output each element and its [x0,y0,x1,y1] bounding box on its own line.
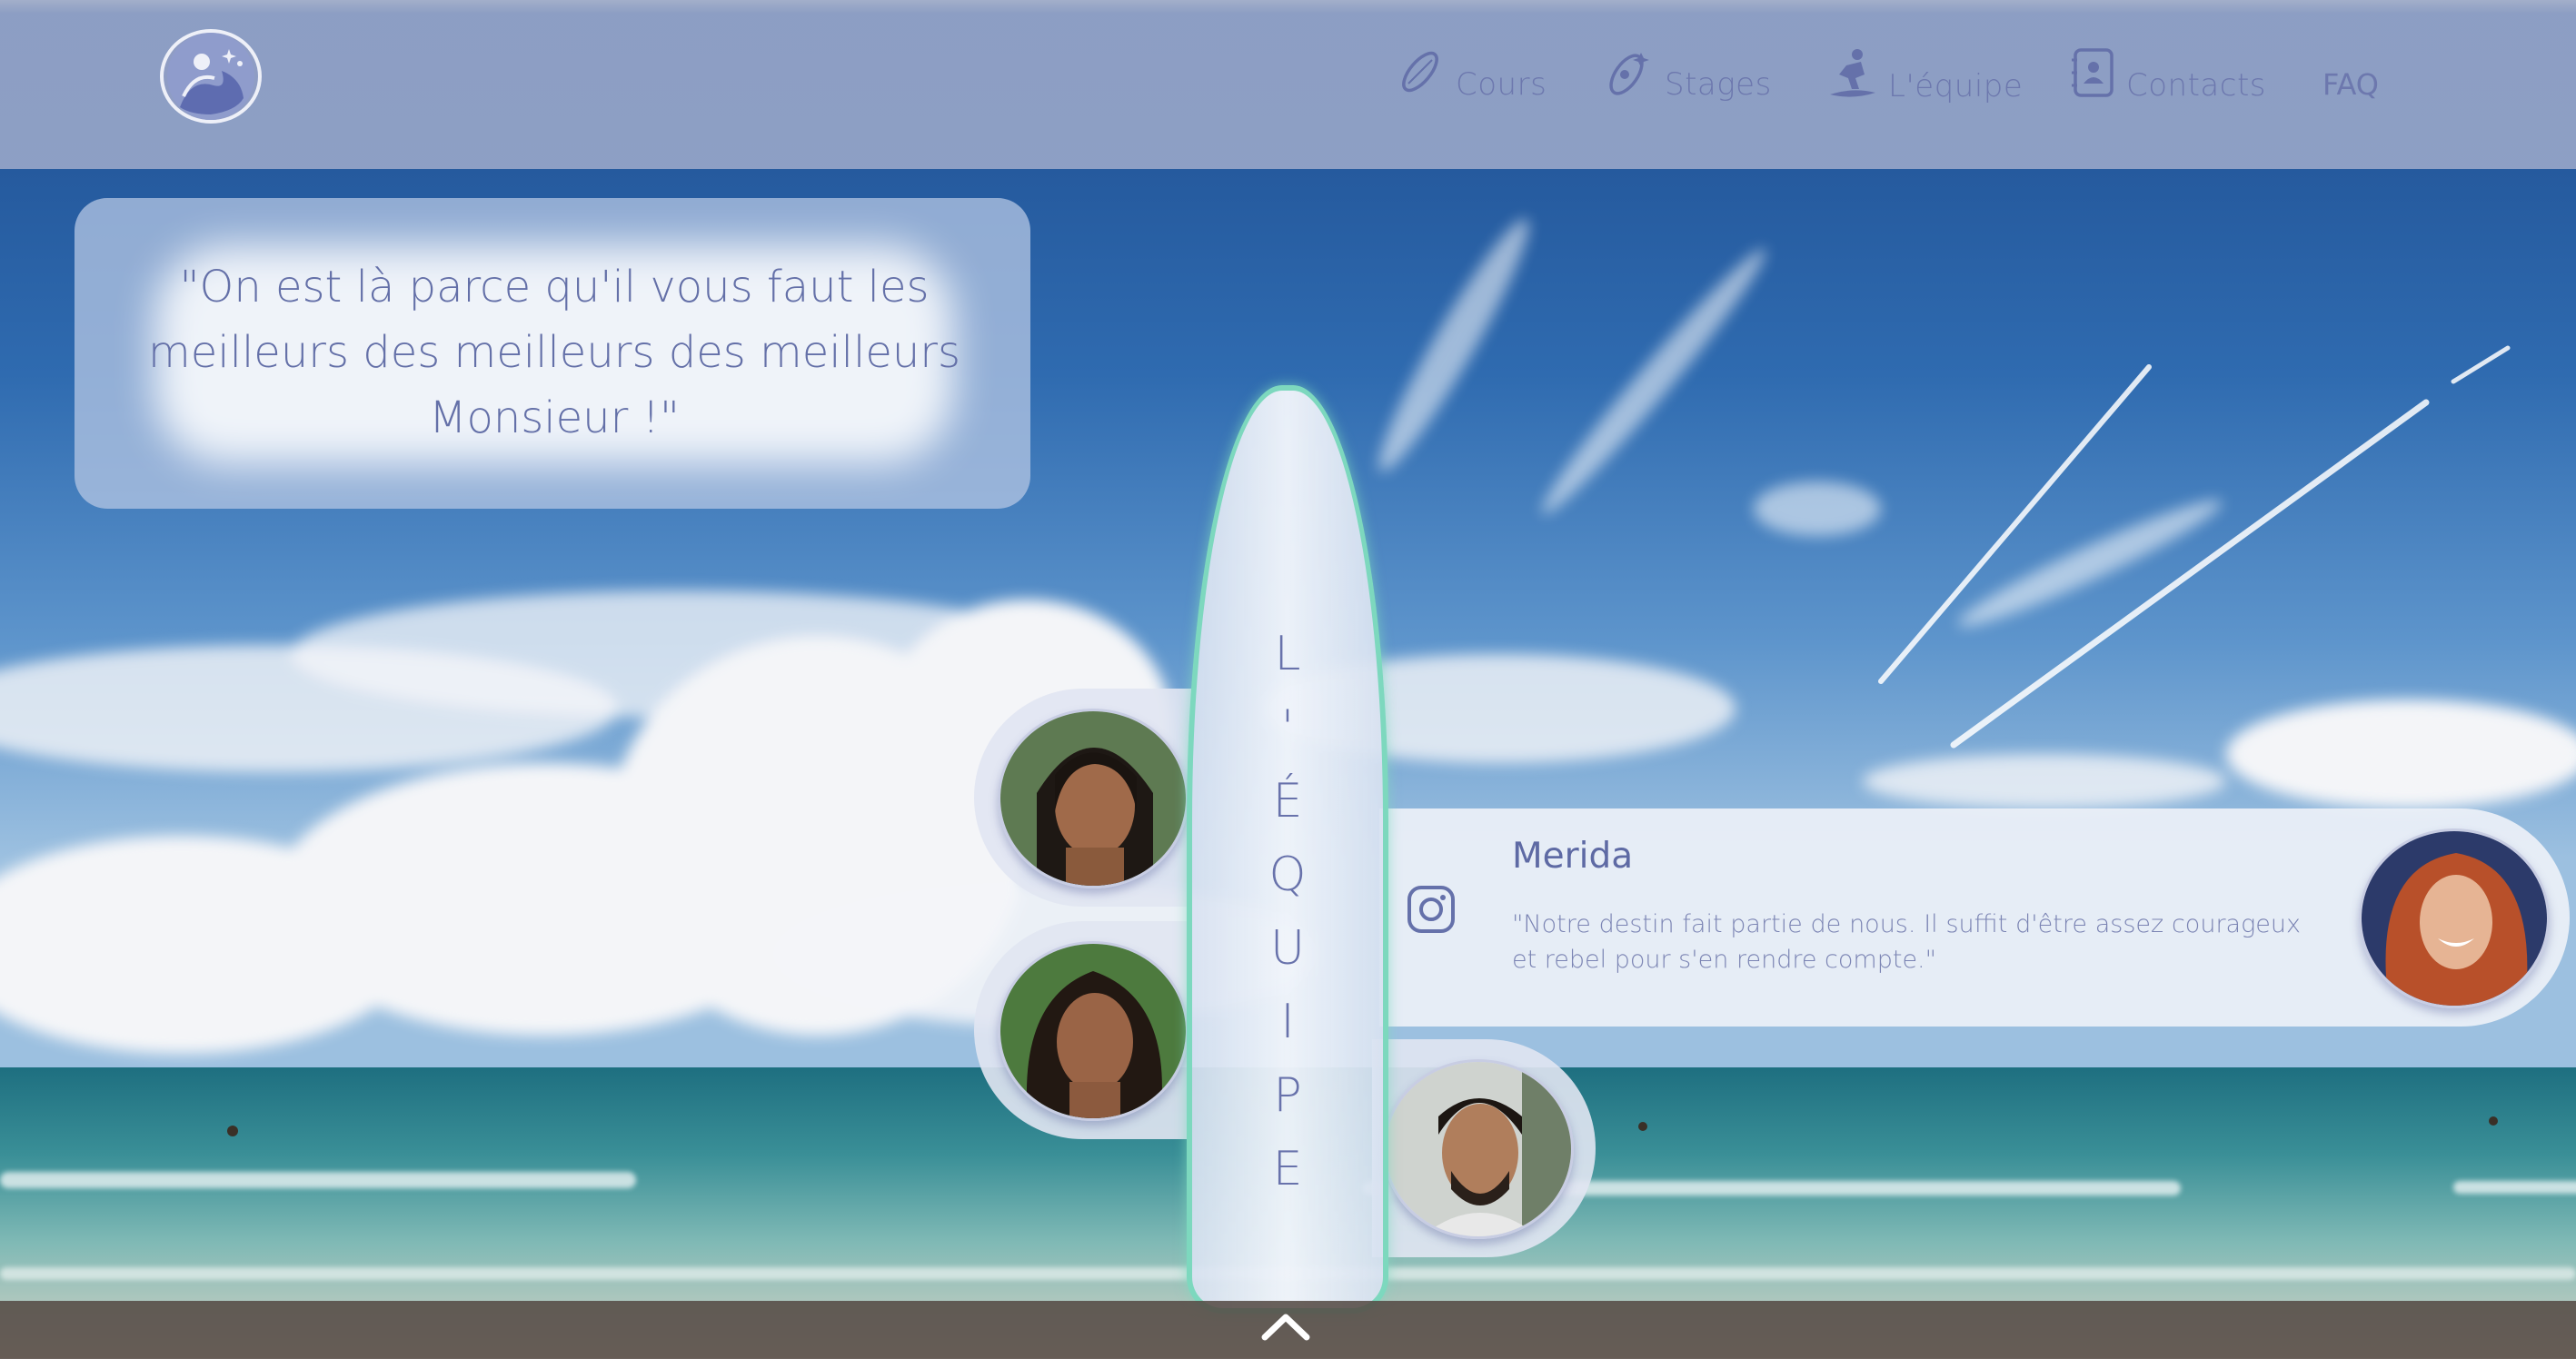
contact-book-icon [2070,47,2115,98]
team-member-2-avatar[interactable] [998,941,1189,1121]
nav-label-equipe: L'équipe [1888,68,2024,104]
nav-item-equipe[interactable]: L'équipe [1828,47,2023,104]
nav-item-faq[interactable]: FAQ [2322,67,2379,102]
team-member-1-avatar[interactable] [998,709,1189,888]
nav-label-cours: Cours [1456,66,1547,103]
surfboard-stickers-icon [1605,47,1654,96]
nav-label-stages: Stages [1665,66,1772,103]
team-member-merida-avatar[interactable] [2359,828,2550,1008]
team-member-3-avatar[interactable] [1383,1059,1574,1239]
member-name: Merida [1512,836,1634,877]
surfboard-icon [1396,47,1445,96]
nav-item-cours[interactable]: Cours [1396,47,1547,103]
nav-label-contacts: Contacts [2126,67,2266,104]
team-quote: "On est là parce qu'il vous faut les mei… [147,262,961,443]
site-logo[interactable] [160,29,262,124]
chevron-up-icon[interactable] [1259,1308,1312,1343]
instagram-icon[interactable] [1407,885,1456,934]
member-quote: "Notre destin fait partie de nous. Il su… [1512,910,2301,974]
surfer-icon [1828,47,1877,100]
nav-item-stages[interactable]: Stages [1605,47,1772,103]
board-title: L ' É Q U I P E [1268,627,1307,1196]
nav-item-contacts[interactable]: Contacts [2070,47,2266,104]
